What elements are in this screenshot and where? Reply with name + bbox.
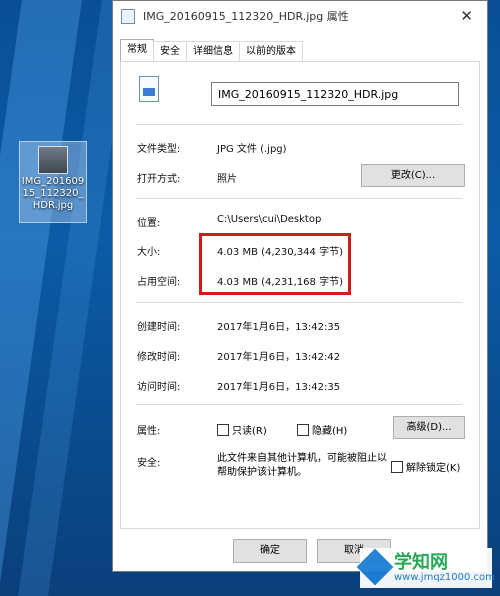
divider [136, 302, 462, 303]
readonly-checkbox[interactable]: 只读(R) [217, 422, 267, 437]
general-panel: 文件类型: JPG 文件 (.jpg) 打开方式: 照片 更改(C)... 位置… [120, 61, 480, 529]
divider [136, 124, 462, 125]
location-value: C:\Users\cui\Desktop [217, 214, 322, 225]
tab-general[interactable]: 常规 [120, 39, 154, 62]
tab-security[interactable]: 安全 [153, 41, 187, 62]
divider [136, 198, 462, 199]
size-on-disk-label: 占用空间: [137, 277, 181, 288]
divider [136, 404, 462, 405]
properties-dialog: IMG_20160915_112320_HDR.jpg 属性 ✕ 常规 安全 详… [112, 0, 488, 572]
accessed-label: 访问时间: [137, 382, 181, 393]
created-value: 2017年1月6日，13:42:35 [217, 322, 341, 333]
watermark-url: www.jmqz1000.com [394, 572, 495, 583]
image-glyph-icon [143, 88, 155, 96]
location-label: 位置: [137, 218, 161, 229]
advanced-button[interactable]: 高级(D)... [393, 416, 465, 439]
tab-details[interactable]: 详细信息 [186, 41, 240, 62]
accessed-value: 2017年1月6日，13:42:35 [217, 382, 341, 393]
window-title: IMG_20160915_112320_HDR.jpg 属性 [143, 10, 349, 23]
watermark-title: 学知网 [394, 552, 448, 573]
unblock-checkbox[interactable]: 解除锁定(K) [391, 459, 460, 474]
hidden-checkbox[interactable]: 隐藏(H) [297, 422, 347, 437]
checkbox-box[interactable] [391, 460, 403, 473]
file-icon [121, 8, 135, 24]
image-thumbnail-icon [38, 146, 68, 174]
checkbox-box[interactable] [297, 423, 309, 436]
tab-previous-versions[interactable]: 以前的版本 [239, 41, 303, 62]
opens-with-label: 打开方式: [137, 174, 181, 185]
checkbox-box[interactable] [217, 423, 229, 436]
readonly-label: 只读(R) [232, 426, 267, 437]
modified-value: 2017年1月6日，13:42:42 [217, 352, 341, 363]
filename-field[interactable] [211, 82, 459, 106]
hidden-label: 隐藏(H) [312, 426, 348, 437]
close-button[interactable]: ✕ [460, 7, 473, 25]
tab-strip: 常规 安全 详细信息 以前的版本 [120, 39, 303, 62]
opens-with-value: 照片 [217, 174, 237, 185]
size-label: 大小: [137, 247, 161, 258]
title-bar[interactable]: IMG_20160915_112320_HDR.jpg 属性 ✕ [113, 1, 487, 31]
red-highlight-box [199, 233, 351, 295]
desktop-file-icon[interactable]: IMG_201609 15_112320_ HDR.jpg [19, 141, 87, 223]
site-watermark: 学知网 www.jmqz1000.com [356, 548, 495, 588]
unblock-label: 解除锁定(K) [406, 463, 461, 474]
watermark-logo-icon [356, 548, 394, 586]
created-label: 创建时间: [137, 322, 181, 333]
change-button[interactable]: 更改(C)... [361, 164, 465, 187]
file-type-label: 文件类型: [137, 144, 181, 155]
modified-label: 修改时间: [137, 352, 181, 363]
file-type-value: JPG 文件 (.jpg) [217, 144, 287, 155]
security-label: 安全: [137, 458, 161, 469]
attributes-label: 属性: [137, 426, 161, 437]
image-file-icon [139, 76, 159, 102]
ok-button[interactable]: 确定 [233, 539, 307, 563]
desktop-file-label: IMG_201609 15_112320_ HDR.jpg [21, 176, 85, 211]
security-message: 此文件来自其他计算机，可能被阻止以帮助保护该计算机。 [217, 453, 387, 478]
